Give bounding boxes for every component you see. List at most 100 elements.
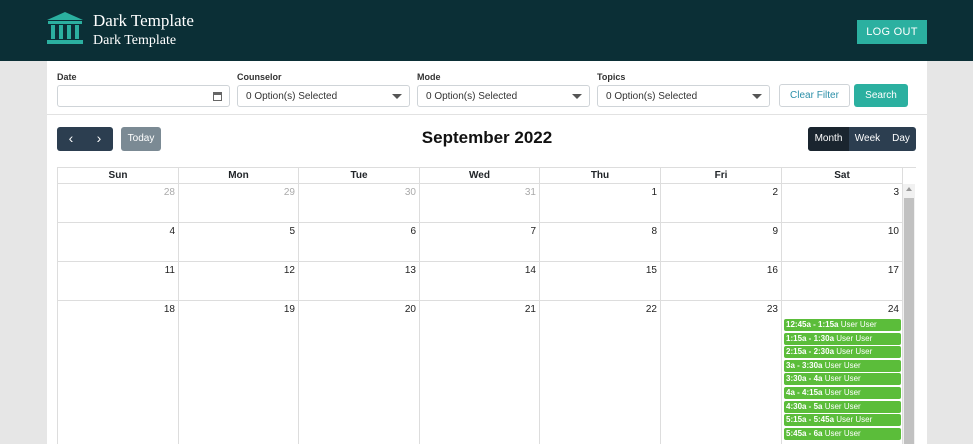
day-number[interactable]: 18 <box>164 304 175 315</box>
date-field[interactable] <box>57 85 230 107</box>
day-cell[interactable]: 12 <box>179 262 299 301</box>
day-cell[interactable]: 22 <box>540 301 661 444</box>
day-number[interactable]: 23 <box>767 304 778 315</box>
day-cell[interactable]: 1 <box>540 184 661 223</box>
calendar-event[interactable]: 3:30a - 4a User User <box>784 373 901 386</box>
day-number[interactable]: 15 <box>646 265 657 276</box>
day-cell[interactable]: 3 <box>782 184 903 223</box>
day-number[interactable]: 7 <box>530 226 536 237</box>
weekday-header: Wed <box>420 168 540 184</box>
day-number[interactable]: 16 <box>767 265 778 276</box>
calendar-event[interactable]: 12:45a - 1:15a User User <box>784 319 901 331</box>
day-number[interactable]: 3 <box>893 187 899 198</box>
scroll-up-icon[interactable] <box>906 187 912 191</box>
chevron-down-icon <box>572 94 582 99</box>
logout-button[interactable]: LOG OUT <box>857 20 927 44</box>
day-cell[interactable]: 21 <box>420 301 540 444</box>
day-cell[interactable]: 15 <box>540 262 661 301</box>
day-cell[interactable]: 18 <box>58 301 179 444</box>
day-cell[interactable]: 11 <box>58 262 179 301</box>
event-title: User User <box>824 401 861 411</box>
event-time: 5:15a - 5:45a <box>786 415 835 425</box>
day-cell[interactable]: 30 <box>299 184 420 223</box>
day-cell[interactable]: 9 <box>661 223 782 262</box>
calendar-event[interactable]: 5:45a - 6a User User <box>784 427 901 440</box>
search-button[interactable]: Search <box>854 84 908 107</box>
day-number[interactable]: 4 <box>169 226 175 237</box>
calendar-event[interactable]: 2:15a - 2:30a User User <box>784 346 901 359</box>
mode-value: 0 Option(s) Selected <box>426 91 518 102</box>
day-cell[interactable]: 23 <box>661 301 782 444</box>
day-number[interactable]: 8 <box>651 226 657 237</box>
day-cell[interactable]: 10 <box>782 223 903 262</box>
day-number[interactable]: 10 <box>888 226 899 237</box>
day-cell[interactable]: 4 <box>58 223 179 262</box>
day-number[interactable]: 1 <box>651 187 657 198</box>
scrollbar-thumb[interactable] <box>904 198 914 444</box>
calendar-panel: Date Counselor 0 Option(s) Selected Mode… <box>47 61 927 444</box>
day-number[interactable]: 2 <box>772 187 778 198</box>
day-number[interactable]: 29 <box>284 187 295 198</box>
day-cell[interactable]: 14 <box>420 262 540 301</box>
day-cell[interactable]: 8 <box>540 223 661 262</box>
next-month-button[interactable]: › <box>85 127 113 151</box>
mode-select[interactable]: 0 Option(s) Selected <box>417 85 590 107</box>
calendar-event[interactable]: 1:15a - 1:30a User User <box>784 332 901 345</box>
day-cell[interactable]: 5 <box>179 223 299 262</box>
chevron-right-icon: › <box>96 130 102 146</box>
day-number[interactable]: 11 <box>165 265 175 276</box>
day-number[interactable]: 30 <box>405 187 416 198</box>
day-number[interactable]: 13 <box>405 265 416 276</box>
mode-label: Mode <box>417 72 441 82</box>
counselor-select[interactable]: 0 Option(s) Selected <box>237 85 410 107</box>
clear-filter-button[interactable]: Clear Filter <box>779 84 850 107</box>
topics-select[interactable]: 0 Option(s) Selected <box>597 85 770 107</box>
day-number[interactable]: 22 <box>646 304 657 315</box>
brand-subtitle: Dark Template <box>93 33 177 48</box>
day-cell[interactable]: 13 <box>299 262 420 301</box>
day-number[interactable]: 5 <box>289 226 295 237</box>
day-cell[interactable]: 17 <box>782 262 903 301</box>
calendar-event[interactable]: 4:30a - 5a User User <box>784 400 901 413</box>
event-title: User User <box>836 415 873 425</box>
calendar-title: September 2022 <box>421 128 553 147</box>
day-cell[interactable]: 2 <box>661 184 782 223</box>
day-number[interactable]: 14 <box>525 265 536 276</box>
weekday-header: Thu <box>540 168 661 184</box>
day-number[interactable]: 9 <box>772 226 778 237</box>
calendar-scrollbar[interactable] <box>903 184 915 444</box>
day-number[interactable]: 6 <box>410 226 416 237</box>
calendar-event[interactable]: 3a - 3:30a User User <box>784 359 901 372</box>
day-number[interactable]: 12 <box>284 265 295 276</box>
topics-label: Topics <box>597 72 626 82</box>
calendar-icon[interactable] <box>213 92 222 101</box>
day-cell[interactable]: 28 <box>58 184 179 223</box>
event-title: User User <box>824 428 861 438</box>
day-number[interactable]: 24 <box>888 304 899 315</box>
day-cell[interactable]: 24 12:45a - 1:15a User User 1:15a - 1:30a … <box>782 301 903 444</box>
view-day-button[interactable]: Day <box>886 127 916 151</box>
view-month-button[interactable]: Month <box>808 127 849 151</box>
day-number[interactable]: 17 <box>888 265 899 276</box>
day-number[interactable]: 21 <box>525 304 536 315</box>
day-cell[interactable]: 6 <box>299 223 420 262</box>
day-number[interactable]: 19 <box>284 304 295 315</box>
day-cell[interactable]: 7 <box>420 223 540 262</box>
day-cell[interactable]: 16 <box>661 262 782 301</box>
calendar-event[interactable]: 5:15a - 5:45a User User <box>784 414 901 427</box>
day-number[interactable]: 31 <box>525 187 536 198</box>
today-button[interactable]: Today <box>121 127 161 151</box>
day-number[interactable]: 28 <box>164 187 175 198</box>
view-switcher: Month Week Day <box>808 127 916 151</box>
day-cell[interactable]: 19 <box>179 301 299 444</box>
topics-value: 0 Option(s) Selected <box>606 91 698 102</box>
day-number[interactable]: 20 <box>405 304 416 315</box>
top-bar: Dark Template Dark Template LOG OUT <box>0 0 973 61</box>
calendar-event[interactable]: 4a - 4:15a User User <box>784 387 901 399</box>
day-cell[interactable]: 20 <box>299 301 420 444</box>
day-cell[interactable]: 29 <box>179 184 299 223</box>
weekday-header: Mon <box>179 168 299 184</box>
day-cell[interactable]: 31 <box>420 184 540 223</box>
view-week-button[interactable]: Week <box>849 127 886 151</box>
prev-month-button[interactable]: ‹ <box>57 127 85 151</box>
